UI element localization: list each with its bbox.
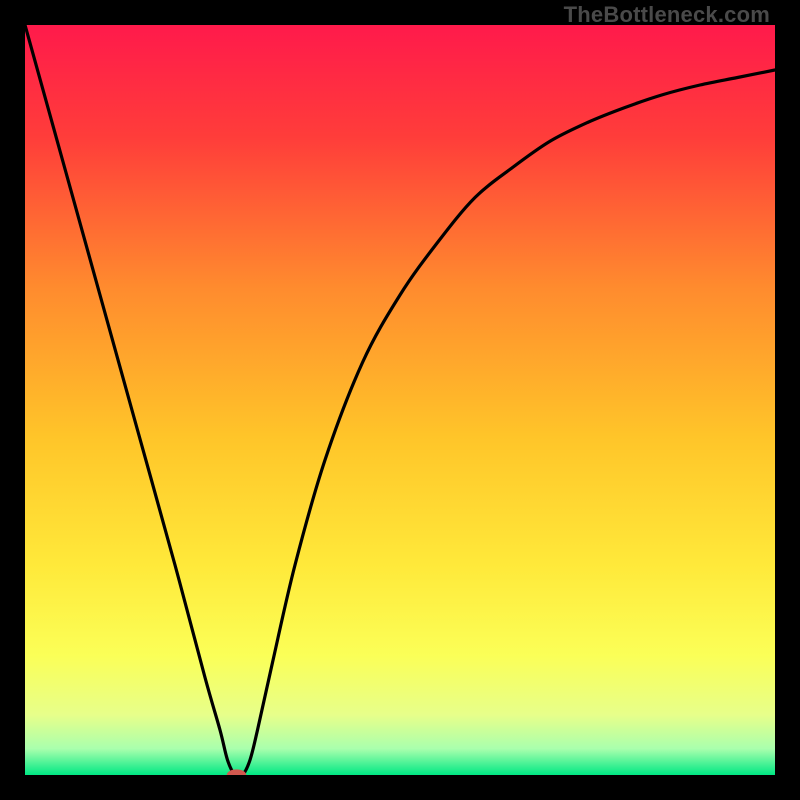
watermark-text: TheBottleneck.com	[564, 2, 770, 28]
gradient-background	[25, 25, 775, 775]
chart-plot	[25, 25, 775, 775]
chart-frame	[25, 25, 775, 775]
